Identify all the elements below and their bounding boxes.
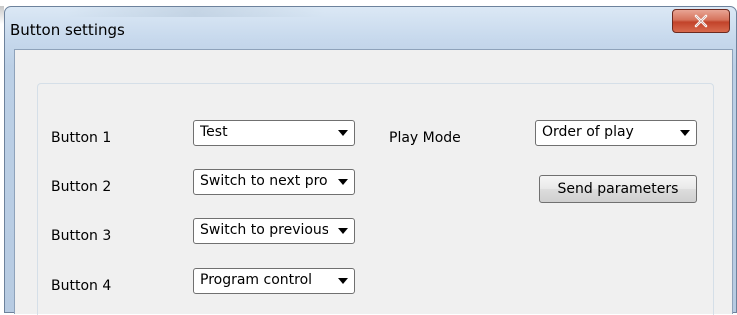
button-2-select[interactable]: Switch to next prog [193, 169, 355, 195]
chevron-down-icon [338, 278, 348, 284]
chevron-down-icon [338, 179, 348, 185]
dialog-window: Button settings Button 1 Test Button 2 S… [4, 6, 737, 315]
button-3-label: Button 3 [51, 228, 112, 244]
titlebar-decoration [65, 7, 325, 17]
button-4-select[interactable]: Program control [193, 268, 355, 294]
play-mode-label: Play Mode [389, 130, 461, 146]
close-button[interactable] [672, 9, 730, 33]
button-2-select-value: Switch to next prog [200, 173, 328, 189]
chevron-down-icon [338, 228, 348, 234]
button-3-select-value: Switch to previous | [200, 222, 328, 238]
button-2-label: Button 2 [51, 179, 112, 195]
button-4-select-value: Program control [200, 272, 313, 288]
button-1-label: Button 1 [51, 130, 112, 146]
button-1-select[interactable]: Test [193, 120, 355, 146]
window-title: Button settings [10, 21, 125, 39]
button-4-label: Button 4 [51, 278, 112, 294]
play-mode-select[interactable]: Order of play [535, 120, 697, 146]
dialog-client-area: Button 1 Test Button 2 Switch to next pr… [14, 49, 733, 315]
button-1-select-value: Test [200, 124, 228, 140]
close-icon [694, 14, 708, 28]
settings-group: Button 1 Test Button 2 Switch to next pr… [37, 83, 714, 315]
send-parameters-button[interactable]: Send parameters [539, 175, 697, 203]
play-mode-select-value: Order of play [542, 124, 634, 140]
chevron-down-icon [338, 130, 348, 136]
chevron-down-icon [680, 130, 690, 136]
button-3-select[interactable]: Switch to previous | [193, 218, 355, 244]
